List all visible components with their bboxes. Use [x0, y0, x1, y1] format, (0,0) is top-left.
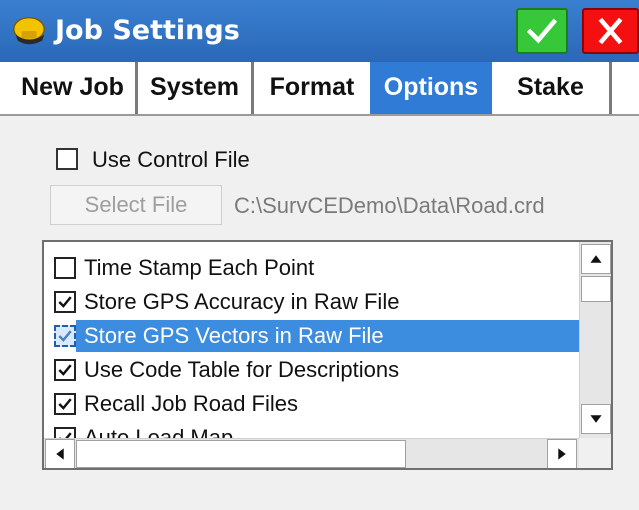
list-item-label: Store GPS Vectors in Raw File — [84, 323, 384, 348]
title-bar: Job Settings — [0, 0, 639, 62]
close-button[interactable] — [582, 8, 639, 54]
scroll-left-button[interactable] — [45, 439, 75, 468]
arrow-up-icon — [590, 255, 602, 263]
tab-new-job[interactable]: New Job — [10, 62, 138, 114]
check-icon — [526, 18, 558, 44]
list-item-recall-road-files[interactable]: Recall Job Road Files — [50, 388, 580, 420]
horizontal-scroll-thumb[interactable] — [76, 440, 406, 468]
file-path-text: C:\SurvCEDemo\Data\Road.crd — [234, 193, 545, 218]
arrow-down-icon — [590, 415, 602, 423]
gps-vectors-checkbox[interactable] — [54, 325, 76, 347]
scrollbar-corner — [579, 438, 611, 468]
helmet-icon — [10, 12, 48, 50]
tab-system[interactable]: System — [138, 62, 254, 114]
list-item-gps-vectors[interactable]: Store GPS Vectors in Raw File — [50, 320, 584, 352]
arrow-left-icon — [56, 448, 64, 460]
tab-underline — [0, 114, 639, 116]
auto-load-map-checkbox[interactable] — [54, 427, 76, 438]
list-item-label: Store GPS Accuracy in Raw File — [84, 289, 400, 314]
vertical-scrollbar[interactable] — [579, 242, 611, 438]
scroll-down-button[interactable] — [581, 404, 611, 434]
checkmark-icon — [58, 330, 72, 342]
ok-button[interactable] — [516, 8, 568, 54]
checkmark-icon — [58, 364, 72, 376]
window-title: Job Settings — [55, 15, 240, 46]
list-item-label: Recall Job Road Files — [84, 391, 298, 416]
code-table-checkbox[interactable] — [54, 359, 76, 381]
time-stamp-checkbox[interactable] — [54, 257, 76, 279]
use-control-file-label: Use Control File — [92, 147, 250, 172]
select-file-button[interactable]: Select File — [50, 185, 222, 225]
list-item-label: Use Code Table for Descriptions — [84, 357, 400, 382]
list-item-label: Time Stamp Each Point — [84, 255, 315, 280]
tab-options[interactable]: Options — [370, 62, 492, 114]
list-item-code-table[interactable]: Use Code Table for Descriptions — [50, 354, 580, 386]
list-item-auto-load-map[interactable]: Auto Load Map — [50, 422, 580, 438]
checkmark-icon — [58, 296, 72, 308]
tab-format[interactable]: Format — [254, 62, 370, 114]
options-listbox[interactable]: Time Stamp Each Point Store GPS Accuracy… — [42, 240, 613, 470]
use-control-file-checkbox[interactable] — [56, 148, 78, 170]
checkmark-icon — [58, 398, 72, 410]
list-item-gps-accuracy[interactable]: Store GPS Accuracy in Raw File — [50, 286, 580, 318]
checkmark-icon — [59, 432, 72, 438]
scroll-right-button[interactable] — [547, 439, 577, 468]
tab-bar: New Job System Format Options Stake — [0, 62, 639, 114]
horizontal-scrollbar[interactable] — [44, 438, 579, 468]
list-item-label: Auto Load Map — [84, 425, 234, 438]
arrow-right-icon — [558, 448, 566, 460]
list-item-time-stamp[interactable]: Time Stamp Each Point — [50, 252, 580, 284]
scroll-up-button[interactable] — [581, 244, 611, 274]
vertical-scroll-thumb[interactable] — [581, 276, 611, 302]
tab-stake[interactable]: Stake — [492, 62, 612, 114]
recall-road-files-checkbox[interactable] — [54, 393, 76, 415]
gps-accuracy-checkbox[interactable] — [54, 291, 76, 313]
close-icon — [598, 17, 623, 45]
